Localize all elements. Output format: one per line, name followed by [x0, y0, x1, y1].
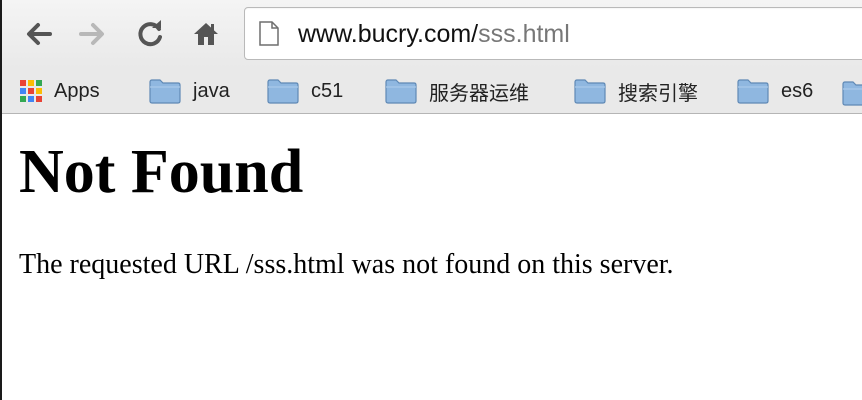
bookmark-label: 搜索引擎: [618, 82, 698, 105]
bookmark-folder-es6[interactable]: es6: [737, 74, 813, 108]
bookmark-label: 服务器运维: [429, 82, 529, 105]
folder-icon: [574, 79, 606, 104]
folder-icon: [149, 79, 181, 104]
document-icon: [259, 21, 279, 46]
page-content: Not Found The requested URL /sss.html wa…: [2, 114, 862, 400]
url-path: sss.html: [478, 20, 570, 48]
reload-button[interactable]: [134, 17, 168, 51]
bookmark-folder-java[interactable]: java: [149, 74, 230, 108]
url-host: www.bucry.com/: [298, 20, 479, 48]
back-button[interactable]: [22, 17, 56, 51]
reload-icon: [138, 20, 162, 47]
folder-icon[interactable]: [842, 80, 862, 106]
bookmark-label: c51: [311, 79, 344, 102]
browser-window: www.bucry.com/sss.html Apps java c51 服务器…: [0, 0, 862, 400]
forward-button[interactable]: [75, 17, 109, 51]
browser-toolbar: www.bucry.com/sss.html: [2, 0, 862, 68]
page-title: Not Found: [19, 138, 304, 206]
bookmark-label: java: [193, 79, 230, 102]
address-bar[interactable]: www.bucry.com/sss.html: [244, 7, 862, 60]
bookmark-label: Apps: [54, 79, 100, 102]
home-button[interactable]: [189, 17, 223, 51]
folder-icon: [267, 79, 299, 104]
arrow-right-icon: [79, 23, 104, 45]
bookmark-folder-server-ops[interactable]: 服务器运维: [385, 74, 529, 108]
bookmark-label: es6: [781, 79, 814, 102]
folder-icon: [385, 79, 417, 104]
bookmark-folder-search-engine[interactable]: 搜索引擎: [574, 74, 698, 108]
bookmark-folder-c51[interactable]: c51: [267, 74, 343, 108]
arrow-left-icon: [27, 23, 52, 45]
bookmarks-bar: Apps java c51 服务器运维 搜索引擎 es6: [2, 68, 862, 114]
home-icon: [194, 23, 218, 45]
folder-icon: [737, 79, 769, 104]
apps-grid-icon: [20, 80, 42, 102]
error-message: The requested URL /sss.html was not foun…: [19, 249, 674, 280]
bookmark-apps[interactable]: Apps: [20, 74, 100, 108]
url-text[interactable]: www.bucry.com/sss.html: [298, 19, 570, 49]
